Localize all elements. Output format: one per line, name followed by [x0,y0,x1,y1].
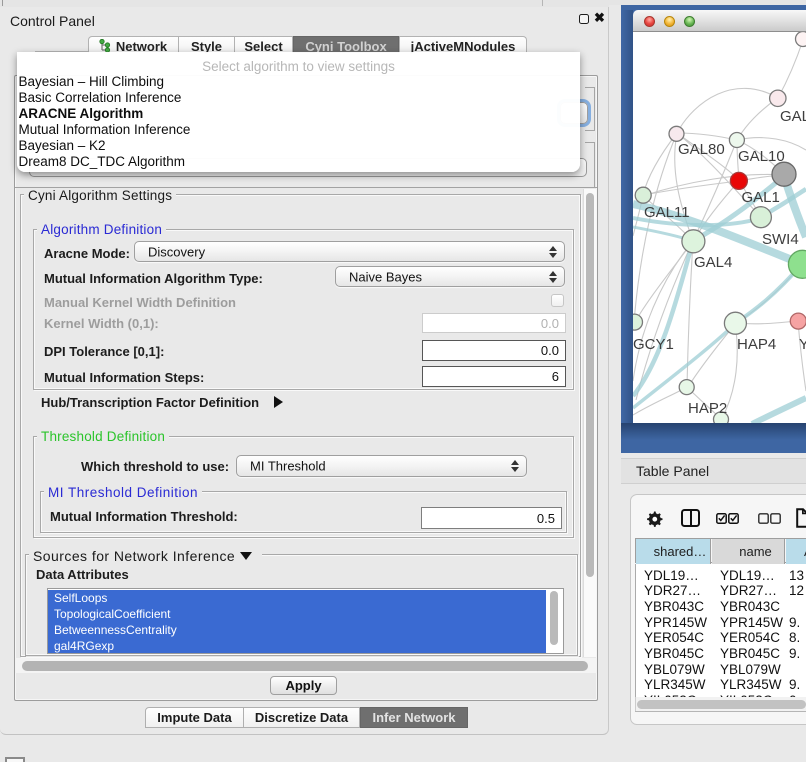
svg-text:GAL4: GAL4 [694,254,732,271]
svg-text:HAP2: HAP2 [688,400,727,417]
svg-text:GAL1: GAL1 [742,189,780,206]
svg-text:Y: Y [799,336,806,353]
svg-text:SWI4: SWI4 [762,231,799,248]
svg-text:GAL80: GAL80 [678,141,725,158]
svg-text:GAL11: GAL11 [644,204,690,221]
svg-text:GCY1: GCY1 [633,336,674,353]
svg-text:GAL10: GAL10 [738,148,785,165]
svg-text:HAP4: HAP4 [737,336,776,353]
svg-text:GAL: GAL [780,108,806,125]
